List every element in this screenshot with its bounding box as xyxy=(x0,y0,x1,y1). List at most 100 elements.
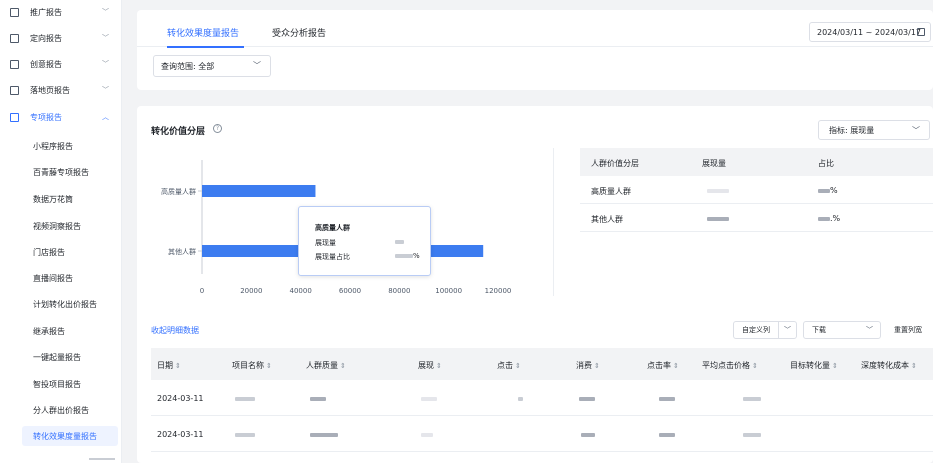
chevron-down-icon: ﹀ xyxy=(102,34,109,42)
sidebar-sub-item[interactable]: 小程序报告 xyxy=(33,141,73,152)
x-tick-label: 60000 xyxy=(339,287,361,295)
masked-cell xyxy=(421,430,433,439)
column-header-text: 点击率 xyxy=(647,361,671,370)
date-range-picker[interactable]: 2024/03/11 ~ 2024/03/17 xyxy=(809,22,931,42)
metric-select[interactable]: 指标: 展现量 ﹀ xyxy=(818,120,930,140)
column-header: 占比 xyxy=(818,159,834,168)
chevron-down-icon: ﹀ xyxy=(784,326,791,334)
masked-cell xyxy=(743,430,761,439)
sidebar-menu-label: 定向报告 xyxy=(30,33,62,43)
sidebar-sub-item[interactable]: 计划转化出价报告 xyxy=(33,299,97,310)
layer-name: 其他人群 xyxy=(591,215,623,224)
chevron-down-icon: ﹀ xyxy=(866,326,873,334)
sidebar-menu-label: 落地页报告 xyxy=(30,85,70,95)
bar xyxy=(202,185,316,197)
sidebar-menu-promotion[interactable]: 推广报告 ﹀ xyxy=(0,0,122,25)
table-row: 2024-03-11 xyxy=(151,416,933,452)
y-tick-label: 高质量人群 xyxy=(161,187,196,196)
column-header-text: 点击 xyxy=(497,361,513,370)
sidebar-sub-item[interactable]: 一键起量报告 xyxy=(33,352,81,363)
column-header-text: 日期 xyxy=(157,361,173,370)
column-header-date[interactable]: 日期 ⇕ xyxy=(157,360,181,371)
conversion-value-card: 转化价值分层 ? 指标: 展现量 ﹀ 高质量人群 其他人群 0 20000 40000 6… xyxy=(137,106,933,463)
column-header-target-conversions[interactable]: 目标转化量 ⇕ xyxy=(790,360,838,371)
masked-cell xyxy=(659,394,675,403)
masked-cell xyxy=(581,430,595,439)
download-label: 下载 xyxy=(812,326,826,334)
sidebar-menu-label: 创意报告 xyxy=(30,59,62,69)
section-title: 转化价值分层 xyxy=(151,127,206,137)
percent-suffix: % xyxy=(830,186,838,195)
masked-value xyxy=(707,214,729,223)
masked-percent: .% xyxy=(818,214,840,223)
column-header-impressions[interactable]: 展现 ⇕ xyxy=(418,360,442,371)
folder-icon xyxy=(10,112,19,122)
masked-cell xyxy=(310,394,326,403)
tooltip-label: 展现量 xyxy=(315,239,336,247)
sidebar-sub-item[interactable]: 视频洞察报告 xyxy=(33,221,81,232)
chart-divider xyxy=(553,148,554,296)
column-header-text: 人群质量 xyxy=(306,361,338,370)
calendar-icon xyxy=(917,28,925,36)
sort-icon: ⇕ xyxy=(175,362,181,370)
chevron-down-icon: ﹀ xyxy=(102,86,109,94)
sidebar-menu-landing[interactable]: 落地页报告 ﹀ xyxy=(0,77,122,103)
column-header-deep-conversion-cost[interactable]: 深度转化成本 ⇕ xyxy=(861,360,917,371)
column-header-spend[interactable]: 消费 ⇕ xyxy=(576,360,600,371)
column-header-clicks[interactable]: 点击 ⇕ xyxy=(497,360,521,371)
masked-cell xyxy=(310,430,338,439)
sort-icon: ⇕ xyxy=(266,362,272,370)
percent-suffix: .% xyxy=(830,214,841,223)
sort-icon: ⇕ xyxy=(911,362,917,370)
sidebar-sub-item[interactable]: 分人群出价报告 xyxy=(33,405,89,416)
sort-icon: ⇕ xyxy=(594,362,600,370)
column-header-text: 目标转化量 xyxy=(790,361,830,370)
scope-select[interactable]: 查询范围: 全部 ﹀ xyxy=(153,55,271,77)
sidebar-sub-item[interactable]: 智投项目报告 xyxy=(33,379,81,390)
sidebar-sub-item[interactable]: 继承报告 xyxy=(33,326,65,337)
sort-icon: ⇕ xyxy=(832,362,838,370)
masked-cell xyxy=(743,394,761,403)
sort-icon: ⇕ xyxy=(673,362,679,370)
metric-select-value: 指标: 展现量 xyxy=(829,125,875,135)
x-tick-label: 100000 xyxy=(435,287,462,295)
collapse-details-link[interactable]: 收起明细数据 xyxy=(151,325,199,336)
tooltip-label: 展现量占比 xyxy=(315,253,350,261)
masked-cell xyxy=(579,394,595,403)
masked-value xyxy=(707,186,729,195)
sidebar-sub-item[interactable]: 数据万花筒 xyxy=(33,194,73,205)
column-header-text: 深度转化成本 xyxy=(861,361,909,370)
sidebar-sub-item[interactable]: 门店报告 xyxy=(33,247,65,258)
y-tick-label: 其他人群 xyxy=(168,247,196,256)
sidebar: 推广报告 ﹀ 定向报告 ﹀ 创意报告 ﹀ 落地页报告 ﹀ 专项报告 ︿ 小程序报… xyxy=(0,0,122,463)
column-header-avg-cpc[interactable]: 平均点击价格 ⇕ xyxy=(702,360,758,371)
sidebar-sub-item[interactable]: 直播间报告 xyxy=(33,273,73,284)
column-header-project[interactable]: 项目名称 ⇕ xyxy=(232,360,272,371)
tooltip-value-suffix: % xyxy=(413,252,420,260)
sidebar-menu-special[interactable]: 专项报告 ︿ xyxy=(0,104,122,130)
column-header-ctr[interactable]: 点击率 ⇕ xyxy=(647,360,679,371)
masked-percent: % xyxy=(818,186,838,195)
custom-columns-button[interactable]: 自定义列 ﹀ xyxy=(733,321,797,339)
help-icon[interactable]: ? xyxy=(213,124,222,133)
download-select[interactable]: 下载 ﹀ xyxy=(803,321,881,339)
layer-name: 高质量人群 xyxy=(591,187,631,196)
sidebar-sub-item[interactable]: 百青藤专项报告 xyxy=(33,167,89,178)
sidebar-menu-creative[interactable]: 创意报告 ﹀ xyxy=(0,51,122,77)
tooltip-title: 高质量人群 xyxy=(315,224,350,232)
chevron-down-icon: ﹀ xyxy=(912,126,920,135)
tab-conversion-report[interactable]: 转化效果度量报告 xyxy=(167,26,239,39)
tooltip-value-masked: % xyxy=(395,252,420,260)
reset-column-width-button[interactable]: 重置列宽 xyxy=(894,325,922,335)
tooltip-value-masked xyxy=(395,238,404,246)
column-header: 人群价值分层 xyxy=(591,159,639,168)
sidebar-menu-targeting[interactable]: 定向报告 ﹀ xyxy=(0,25,122,51)
page-icon xyxy=(10,85,19,95)
table-header: 人群价值分层 展现量 占比 xyxy=(580,148,933,176)
tab-audience-report[interactable]: 受众分析报告 xyxy=(272,26,326,39)
x-tick-label: 0 xyxy=(200,287,204,295)
column-header-audience-quality[interactable]: 人群质量 ⇕ xyxy=(306,360,346,371)
chart-icon xyxy=(10,7,19,17)
sidebar-sub-item-active[interactable]: 转化效果度量报告 xyxy=(33,431,97,442)
chart-tooltip: 高质量人群 展现量 展现量占比 % xyxy=(298,206,431,276)
